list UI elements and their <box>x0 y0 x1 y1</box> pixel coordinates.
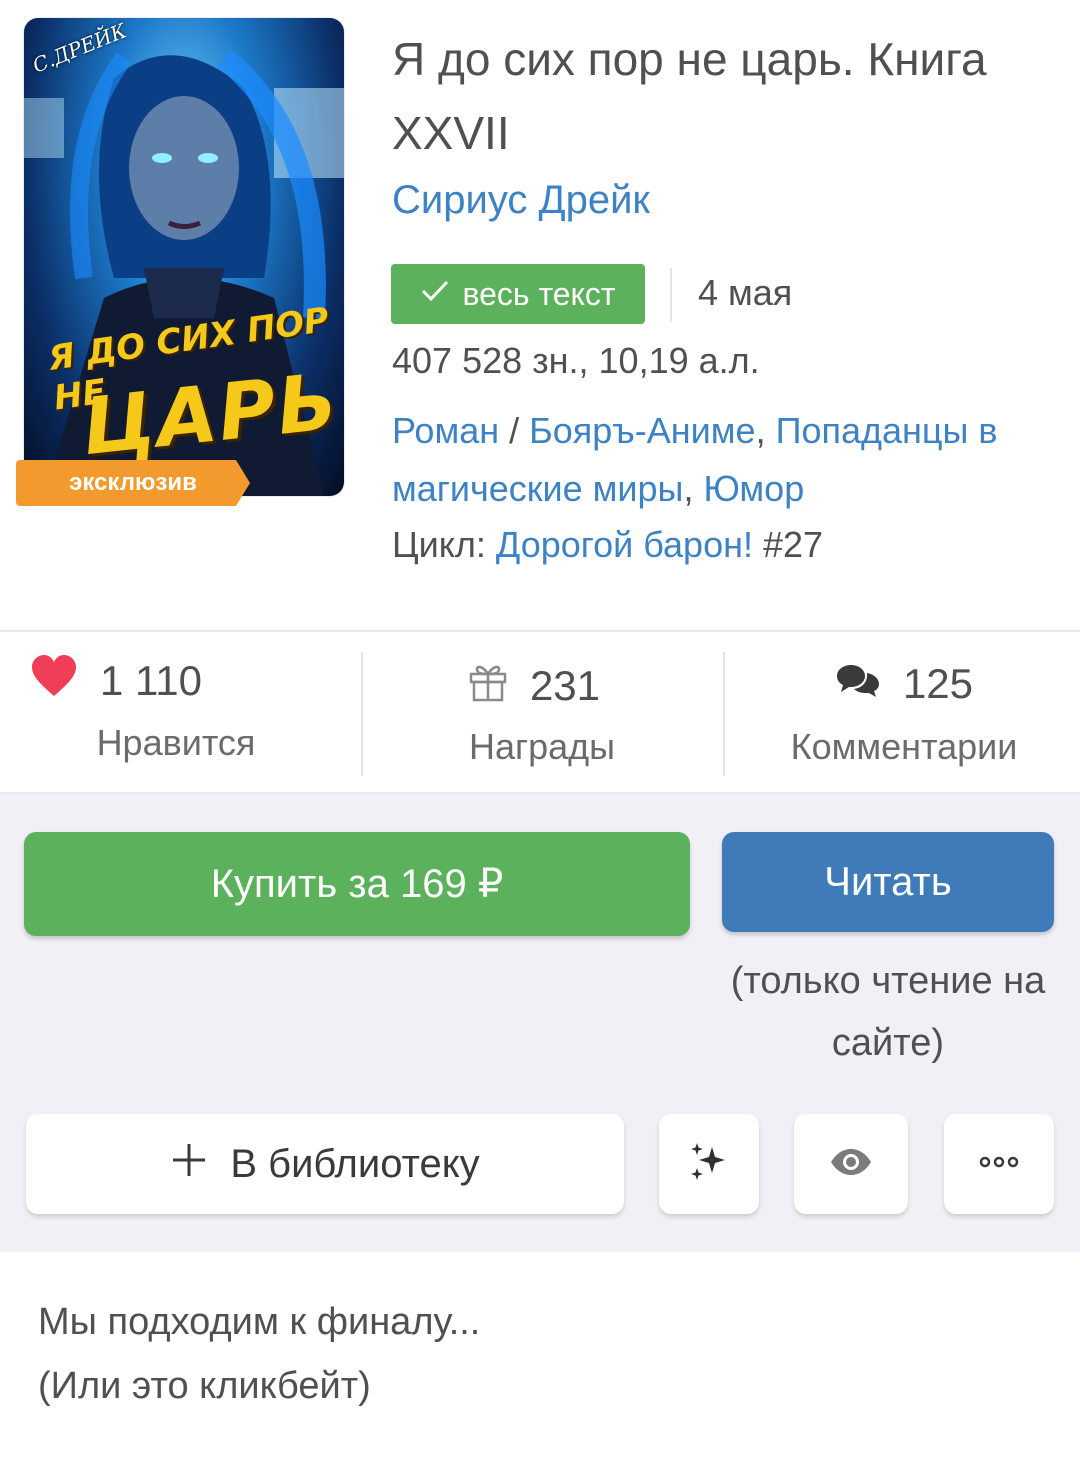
book-size: 407 528 зн., 10,19 а.л. <box>392 340 760 381</box>
likes-label: Нравится <box>96 722 256 763</box>
likes-stat[interactable]: 1 110 Нравится <box>0 632 360 792</box>
cover-image[interactable]: С.ДРЕЙК Я ДО СИХ ПОР НЕ ЦАРЬ <box>24 18 344 496</box>
actions-panel: Купить за 169 ₽ Читать (только чтение на… <box>0 794 1080 1252</box>
likes-count: 1 110 <box>100 657 202 704</box>
cycle-number: #27 <box>752 524 824 565</box>
comments-stat[interactable]: 125 Комментарии <box>724 632 1080 792</box>
watch-button[interactable] <box>794 1114 908 1214</box>
genre-link-roman[interactable]: Роман <box>392 410 499 451</box>
comments-icon <box>835 660 881 708</box>
annotation-line: Мы подходим к финалу... <box>38 1301 481 1343</box>
annotation-line: (Или это кликбейт) <box>38 1365 371 1407</box>
comments-label: Комментарии <box>790 726 1018 767</box>
book-annotation: Мы подходим к финалу... (Или это кликбей… <box>38 1290 1038 1418</box>
awards-stat[interactable]: 231 Награды <box>362 632 722 792</box>
book-cover[interactable]: С.ДРЕЙК Я ДО СИХ ПОР НЕ ЦАРЬ <box>24 18 344 496</box>
sparkles-icon <box>688 1141 730 1188</box>
plus-icon <box>170 1140 208 1188</box>
read-note: (только чтение на сайте) <box>730 960 1046 1064</box>
book-header: С.ДРЕЙК Я ДО СИХ ПОР НЕ ЦАРЬ эксклюзив Я… <box>0 0 1080 630</box>
book-title: Я до сих пор не царь. Книга XXVII <box>392 33 987 159</box>
gift-icon <box>468 660 508 712</box>
genre-link-humor[interactable]: Юмор <box>703 468 804 509</box>
divider <box>670 268 672 322</box>
add-to-library-label: В библиотеку <box>230 1141 480 1186</box>
more-button[interactable] <box>944 1114 1054 1214</box>
genre-comma: , <box>683 468 704 509</box>
awards-count: 231 <box>529 662 601 709</box>
cycle-info: Цикл: Дорогой барон! #27 <box>392 524 823 566</box>
publish-date: 4 мая <box>698 272 793 313</box>
author-link[interactable]: Сириус Дрейк <box>392 178 650 223</box>
cycle-label: Цикл: <box>392 524 496 565</box>
full-text-badge: весь текст <box>391 264 645 324</box>
genre-link-boyar-anime[interactable]: Бояръ-Аниме <box>529 410 755 451</box>
genre-separator: / <box>499 410 530 451</box>
genre-comma: , <box>755 410 776 451</box>
awards-label: Награды <box>468 726 616 767</box>
buy-button[interactable]: Купить за 169 ₽ <box>24 832 690 936</box>
sparkles-button[interactable] <box>659 1114 759 1214</box>
full-text-label: весь текст <box>462 275 616 312</box>
more-icon <box>979 1155 1019 1173</box>
read-button[interactable]: Читать <box>722 832 1054 932</box>
exclusive-badge: эксклюзив <box>16 460 250 506</box>
check-icon <box>420 277 450 311</box>
comments-count: 125 <box>902 660 974 707</box>
genre-list: Роман / Бояръ-Аниме, Попаданцы в магичес… <box>392 402 1052 518</box>
add-to-library-button[interactable]: В библиотеку <box>26 1114 624 1214</box>
heart-icon <box>30 654 78 708</box>
stats-bar: 1 110 Нравится 231 Награды 125 Комментар… <box>0 630 1080 794</box>
eye-icon <box>829 1147 873 1182</box>
cycle-link[interactable]: Дорогой барон! <box>496 524 753 565</box>
